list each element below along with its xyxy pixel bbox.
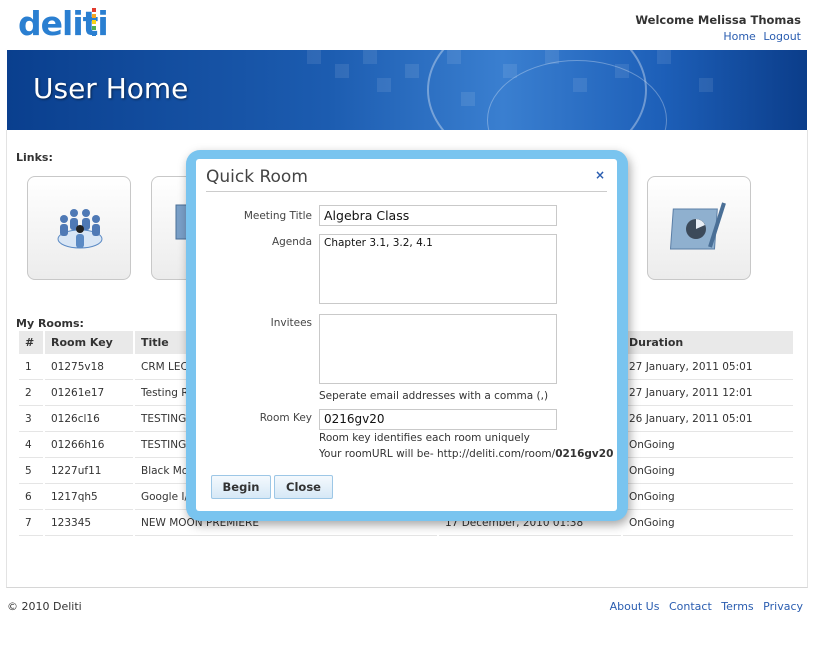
room-key-input[interactable]: 0216gv20: [319, 409, 557, 430]
row-duration: OnGoing: [623, 484, 793, 510]
report-tile[interactable]: [647, 176, 751, 280]
room-key-link[interactable]: 01261e17: [45, 380, 133, 406]
row-num: 5: [19, 458, 43, 484]
row-duration: OnGoing: [623, 432, 793, 458]
contact-link[interactable]: Contact: [669, 600, 712, 613]
col-duration[interactable]: Duration: [623, 331, 793, 354]
title-divider: [206, 191, 607, 192]
my-rooms-label: My Rooms:: [16, 317, 84, 330]
close-icon[interactable]: ×: [595, 168, 605, 182]
col-room-key[interactable]: Room Key: [45, 331, 133, 354]
invitees-textarea[interactable]: [319, 314, 557, 384]
top-links: Home Logout: [719, 30, 801, 43]
agenda-label: Agenda: [271, 236, 312, 248]
privacy-link[interactable]: Privacy: [763, 600, 803, 613]
agenda-textarea[interactable]: Chapter 3.1, 3.2, 4.1: [319, 234, 557, 304]
meeting-tile[interactable]: [27, 176, 131, 280]
quick-room-dialog: Quick Room × Meeting Title Algebra Class…: [196, 159, 617, 511]
row-duration: 26 January, 2011 05:01: [623, 406, 793, 432]
row-num: 6: [19, 484, 43, 510]
row-duration: OnGoing: [623, 510, 793, 536]
page-title: User Home: [33, 72, 189, 105]
room-url-key: 0216gv20: [555, 448, 614, 460]
room-key-hint: Room key identifies each room uniquely: [319, 432, 530, 444]
begin-button[interactable]: Begin: [211, 475, 271, 499]
dialog-title: Quick Room: [206, 167, 308, 187]
logo-color-bars: [92, 8, 96, 36]
room-key-link[interactable]: 1217qh5: [45, 484, 133, 510]
welcome-text: Welcome Melissa Thomas: [635, 13, 801, 27]
room-key-link[interactable]: 123345: [45, 510, 133, 536]
room-key-link[interactable]: 0126cl16: [45, 406, 133, 432]
room-key-link[interactable]: 01275v18: [45, 354, 133, 380]
footer-links: About Us Contact Terms Privacy: [604, 600, 803, 613]
row-num: 4: [19, 432, 43, 458]
links-label: Links:: [16, 151, 53, 164]
meeting-title-input[interactable]: Algebra Class: [319, 205, 557, 226]
invitees-hint: Seperate email addresses with a comma (,…: [319, 390, 549, 402]
page-banner: User Home: [7, 50, 807, 130]
col-num[interactable]: #: [19, 331, 43, 354]
row-num: 7: [19, 510, 43, 536]
row-duration: 27 January, 2011 05:01: [623, 354, 793, 380]
about-us-link[interactable]: About Us: [610, 600, 660, 613]
row-num: 3: [19, 406, 43, 432]
room-key-label: Room Key: [259, 412, 312, 424]
row-duration: 27 January, 2011 12:01: [623, 380, 793, 406]
logout-link[interactable]: Logout: [763, 30, 801, 43]
quick-room-dialog-frame: Quick Room × Meeting Title Algebra Class…: [186, 150, 628, 521]
home-link[interactable]: Home: [723, 30, 755, 43]
pie-chart-pen-icon: [670, 202, 726, 250]
row-num: 1: [19, 354, 43, 380]
close-button[interactable]: Close: [274, 475, 333, 499]
terms-link[interactable]: Terms: [721, 600, 753, 613]
room-key-link[interactable]: 1227uf11: [45, 458, 133, 484]
room-url-hint: Your roomURL will be- http://deliti.com/…: [319, 448, 613, 460]
invitees-label: Invitees: [270, 317, 312, 329]
room-key-link[interactable]: 01266h16: [45, 432, 133, 458]
meeting-title-label: Meeting Title: [243, 210, 312, 222]
meeting-people-icon: [57, 209, 103, 249]
copyright: © 2010 Deliti: [7, 600, 82, 613]
room-url-prefix: Your roomURL will be- http://deliti.com/…: [319, 448, 556, 460]
row-duration: OnGoing: [623, 458, 793, 484]
row-num: 2: [19, 380, 43, 406]
